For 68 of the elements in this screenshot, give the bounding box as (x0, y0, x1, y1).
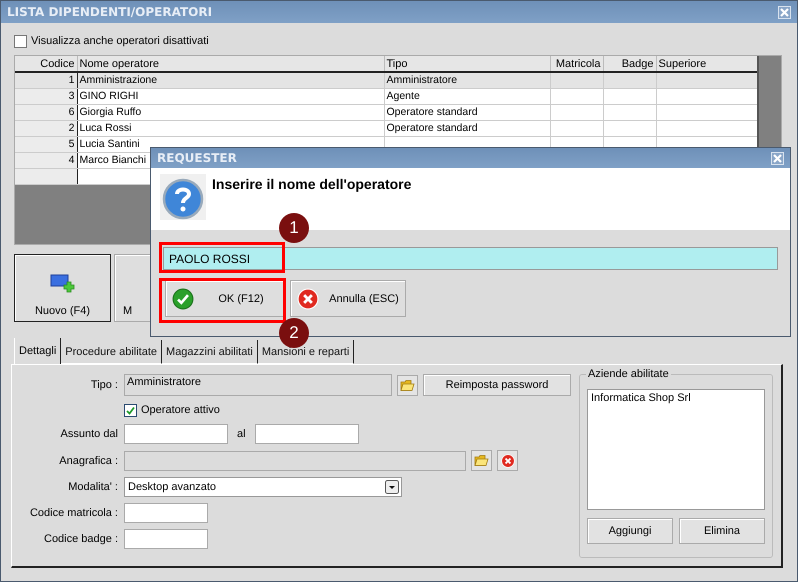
field-label: Tipo : (90, 379, 118, 391)
table-cell: Operatore standard (384, 104, 550, 120)
close-icon (773, 154, 782, 162)
check-icon (172, 288, 194, 310)
window-title: LISTA DIPENDENTI/OPERATORI (7, 5, 212, 19)
column-header[interactable]: Nome operatore (77, 56, 384, 72)
browse-button[interactable] (471, 450, 492, 471)
dialog-message: Inserire il nome dell'operatore (212, 176, 412, 192)
text-field[interactable] (124, 503, 208, 523)
table-cell: 3 (15, 88, 77, 104)
dialog-title: REQUESTER (157, 151, 237, 165)
reset-password-button[interactable]: Reimposta password (423, 374, 571, 396)
table-cell: 1 (15, 72, 77, 88)
question-icon (160, 174, 206, 220)
checkbox-label: Operatore attivo (141, 404, 220, 416)
mode-dropdown[interactable]: Desktop avanzato (124, 477, 402, 497)
field-label: Modalita' : (67, 481, 118, 493)
folder-icon (400, 378, 415, 392)
date-field[interactable] (254, 424, 359, 444)
date-field[interactable] (124, 424, 228, 444)
folder-icon (474, 454, 489, 467)
dialog-button[interactable]: OK (F12) (165, 280, 285, 317)
tab[interactable]: Dettagli (14, 338, 62, 364)
table-cell: Luca Rossi (77, 120, 384, 136)
table-cell: GINO RIGHI (77, 88, 384, 104)
checkbox[interactable] (14, 34, 27, 48)
column-header[interactable]: Badge (603, 56, 656, 72)
group-title: Aziende abilitate (586, 368, 671, 380)
field-label: Anagrafica : (58, 454, 118, 466)
name-input-field[interactable]: PAOLO ROSSI (163, 247, 778, 270)
table-cell: Amministrazione (77, 72, 384, 88)
close-icon (780, 8, 789, 16)
group-button[interactable]: Aggiungi (587, 518, 673, 544)
tab[interactable]: Procedure abilitate (61, 340, 162, 364)
clear-button[interactable] (497, 450, 518, 471)
tab[interactable]: Mansioni e reparti (258, 340, 354, 364)
field-label: Assunto dal (60, 428, 118, 440)
tab[interactable]: Magazzini abilitati (162, 340, 258, 364)
checkbox[interactable] (124, 404, 137, 416)
group-button[interactable]: Elimina (679, 518, 765, 544)
column-header[interactable]: Matricola (550, 56, 603, 72)
column-header[interactable]: Tipo (384, 56, 550, 72)
table-cell: Amministratore (384, 72, 550, 88)
table-cell: Giorgia Ruffo (77, 104, 384, 120)
table-cell: 2 (15, 120, 77, 136)
cancel-icon (297, 288, 319, 310)
text-field[interactable] (124, 529, 208, 549)
table-cell: Agente (384, 88, 550, 104)
field-label: al (237, 428, 246, 440)
browse-button[interactable] (397, 374, 418, 396)
table-cell: 6 (15, 104, 77, 120)
table-cell: Operatore standard (384, 120, 550, 136)
checkbox-label: Visualizza anche operatori disattivati (31, 35, 209, 47)
table-cell: 4 (15, 152, 77, 168)
column-header[interactable]: Superiore (656, 56, 757, 72)
field-label: Codice matricola : (28, 507, 118, 519)
close-button[interactable] (778, 6, 791, 18)
dialog-button[interactable]: Annulla (ESC) (290, 280, 406, 317)
registry-field[interactable] (124, 450, 466, 470)
field-label: Codice badge : (43, 533, 118, 545)
type-field[interactable]: Amministratore (124, 374, 392, 396)
cancel-icon (500, 454, 514, 468)
toolbar-button[interactable]: Nuovo (F4) (14, 254, 111, 322)
add-window-icon (50, 273, 76, 295)
close-button[interactable] (771, 152, 784, 164)
list-item[interactable]: Informatica Shop Srl (591, 392, 761, 404)
column-header[interactable]: Codice (15, 56, 77, 72)
table-cell: 5 (15, 136, 77, 152)
